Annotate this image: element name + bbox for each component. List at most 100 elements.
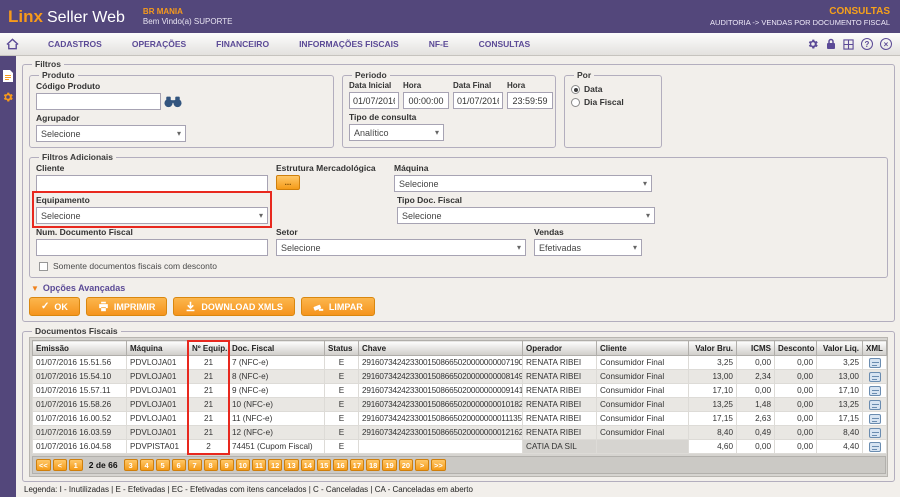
tipo-doc-fiscal-select[interactable]: Selecione▾ <box>397 207 655 224</box>
documentos-fiscais-fieldset: Documentos Fiscais EmissãoMáquinaNº Equi… <box>22 326 895 482</box>
column-header-3[interactable]: Doc. Fiscal <box>229 341 325 356</box>
table-row[interactable]: 01/07/2016 16.04.58PDVPISTA01274451 (Cup… <box>33 440 887 454</box>
page-button[interactable]: 15 <box>317 459 331 471</box>
menu-item-4[interactable]: NF-E <box>414 39 464 49</box>
radio-data[interactable]: Data <box>571 84 655 94</box>
page-button[interactable]: 6 <box>172 459 186 471</box>
main-menubar: CADASTROSOPERAÇÕESFINANCEIROINFORMAÇÕES … <box>0 33 900 56</box>
cell-maquina: PDVLOJA01 <box>127 370 189 384</box>
page-button[interactable]: 12 <box>268 459 282 471</box>
page-button[interactable]: 13 <box>284 459 298 471</box>
radio-dia-fiscal[interactable]: Dia Fiscal <box>571 97 655 107</box>
data-final-input[interactable] <box>453 92 503 109</box>
menu-item-3[interactable]: INFORMAÇÕES FISCAIS <box>284 39 414 49</box>
page-button[interactable]: 16 <box>333 459 347 471</box>
imprimir-button[interactable]: IMPRIMIR <box>86 297 168 316</box>
somente-desconto-row[interactable]: Somente documentos fiscais com desconto <box>39 261 881 271</box>
column-header-0[interactable]: Emissão <box>33 341 127 356</box>
column-header-7[interactable]: Cliente <box>597 341 689 356</box>
page-button[interactable]: 3 <box>124 459 138 471</box>
agrupador-select[interactable]: Selecione▾ <box>36 125 186 142</box>
table-row[interactable]: 01/07/2016 15.51.56PDVLOJA01217 (NFC-e)E… <box>33 356 887 370</box>
close-icon[interactable]: × <box>880 38 892 50</box>
column-header-11[interactable]: Valor Liq. <box>817 341 863 356</box>
xml-file-icon[interactable] <box>869 414 881 424</box>
page-button[interactable]: 10 <box>236 459 250 471</box>
column-header-2[interactable]: Nº Equip. <box>189 341 229 356</box>
menu-item-2[interactable]: FINANCEIRO <box>201 39 284 49</box>
page-button[interactable]: > <box>415 459 429 471</box>
xml-file-icon[interactable] <box>869 386 881 396</box>
table-row[interactable]: 01/07/2016 15.54.10PDVLOJA01218 (NFC-e)E… <box>33 370 887 384</box>
num-documento-fiscal-input[interactable] <box>36 239 268 256</box>
page-button[interactable]: 1 <box>69 459 83 471</box>
cell-doc: 74451 (Cupom Fiscal) <box>229 440 325 454</box>
xml-file-icon[interactable] <box>869 358 881 368</box>
menu-item-5[interactable]: CONSULTAS <box>464 39 546 49</box>
xml-file-icon[interactable] <box>869 428 881 438</box>
page-button[interactable]: 11 <box>252 459 266 471</box>
page-button[interactable]: 8 <box>204 459 218 471</box>
page-button[interactable]: 20 <box>399 459 413 471</box>
download-xmls-button[interactable]: DOWNLOAD XMLS <box>173 297 295 316</box>
page-button[interactable]: 14 <box>301 459 315 471</box>
xml-file-icon[interactable] <box>869 442 881 452</box>
page-button[interactable]: < <box>53 459 67 471</box>
table-row[interactable]: 01/07/2016 16.03.59PDVLOJA012112 (NFC-e)… <box>33 426 887 440</box>
page-button[interactable]: 5 <box>156 459 170 471</box>
cell-xml <box>863 426 887 440</box>
page-button[interactable]: 19 <box>382 459 396 471</box>
table-row[interactable]: 01/07/2016 15.58.26PDVLOJA012110 (NFC-e)… <box>33 398 887 412</box>
page-button[interactable]: << <box>36 459 51 471</box>
cell-cliente: Consumidor Final <box>597 398 689 412</box>
setor-select[interactable]: Selecione▾ <box>276 239 526 256</box>
tipo-consulta-select[interactable]: Analítico▾ <box>349 124 444 141</box>
column-header-8[interactable]: Valor Bru. <box>689 341 737 356</box>
estrutura-mercadologica-button[interactable]: ... <box>276 175 300 190</box>
radio-dia-fiscal-control[interactable] <box>571 98 580 107</box>
equipamento-select[interactable]: Selecione▾ <box>36 207 268 224</box>
column-header-6[interactable]: Operador <box>523 341 597 356</box>
cliente-input[interactable] <box>36 175 268 192</box>
home-icon[interactable] <box>6 38 19 50</box>
settings-gear-icon[interactable] <box>807 38 819 50</box>
menu-item-1[interactable]: OPERAÇÕES <box>117 39 201 49</box>
page-button[interactable]: >> <box>431 459 446 471</box>
ok-button[interactable]: ✓OK <box>29 297 80 316</box>
column-header-9[interactable]: ICMS <box>737 341 775 356</box>
maquina-label: Máquina <box>394 163 652 173</box>
data-inicial-input[interactable] <box>349 92 399 109</box>
somente-desconto-checkbox[interactable] <box>39 262 48 271</box>
sidebar-gear-icon[interactable] <box>2 91 14 103</box>
maquina-select[interactable]: Selecione▾ <box>394 175 652 192</box>
search-binoculars-icon[interactable] <box>164 96 182 108</box>
page-button[interactable]: 18 <box>366 459 380 471</box>
table-row[interactable]: 01/07/2016 16.00.52PDVLOJA012111 (NFC-e)… <box>33 412 887 426</box>
sidebar-doc-icon[interactable] <box>3 70 13 82</box>
column-header-4[interactable]: Status <box>325 341 359 356</box>
column-header-10[interactable]: Desconto <box>775 341 817 356</box>
column-header-1[interactable]: Máquina <box>127 341 189 356</box>
menu-item-0[interactable]: CADASTROS <box>33 39 117 49</box>
page-button[interactable]: 7 <box>188 459 202 471</box>
column-header-5[interactable]: Chave <box>359 341 523 356</box>
lock-icon[interactable] <box>826 38 836 50</box>
xml-file-icon[interactable] <box>869 400 881 410</box>
radio-data-control[interactable] <box>571 85 580 94</box>
opcoes-avancadas-link[interactable]: ▼ Opções Avançadas <box>31 283 888 293</box>
column-header-12[interactable]: XML <box>863 341 887 356</box>
limpar-button[interactable]: LIMPAR <box>301 297 375 316</box>
codigo-produto-input[interactable] <box>36 93 161 110</box>
page-button[interactable]: 17 <box>350 459 364 471</box>
help-icon[interactable]: ? <box>861 38 873 50</box>
cell-emissao: 01/07/2016 15.57.11 <box>33 384 127 398</box>
page-button[interactable]: 4 <box>140 459 154 471</box>
hora-final-input[interactable] <box>507 92 553 109</box>
page-button[interactable]: 9 <box>220 459 234 471</box>
grid-icon[interactable] <box>843 39 854 50</box>
hora-inicial-input[interactable] <box>403 92 449 109</box>
vendas-select[interactable]: Efetivadas▾ <box>534 239 642 256</box>
table-row[interactable]: 01/07/2016 15.57.11PDVLOJA01219 (NFC-e)E… <box>33 384 887 398</box>
cell-emissao: 01/07/2016 15.58.26 <box>33 398 127 412</box>
xml-file-icon[interactable] <box>869 372 881 382</box>
